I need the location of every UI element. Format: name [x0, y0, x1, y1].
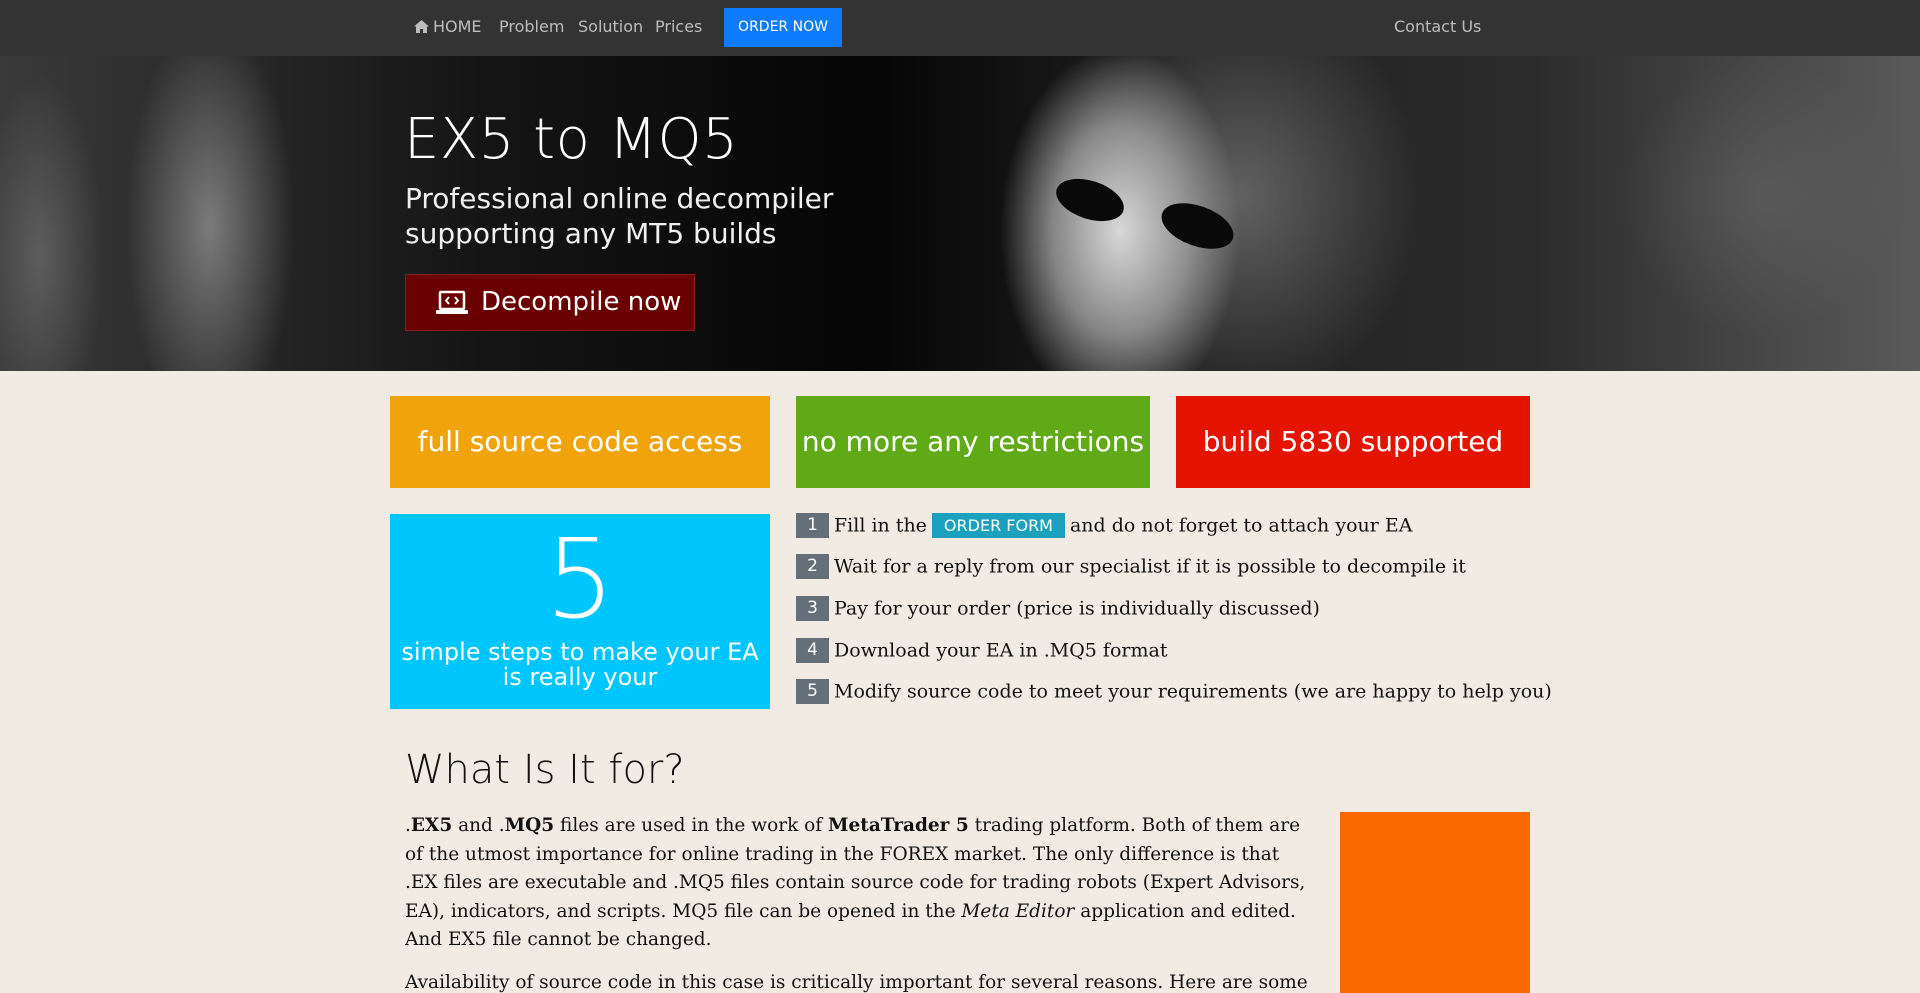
- aside-orange-tile: [1340, 812, 1530, 993]
- feature-source-access: full source code access: [390, 396, 770, 488]
- step-item: 2 Wait for a reply from our specialist if…: [796, 554, 1466, 580]
- nav-contact-link[interactable]: Contact Us: [1394, 17, 1481, 36]
- home-icon: [414, 20, 429, 33]
- mask-eye-right: [1155, 194, 1240, 258]
- metatrader-term: MetaTrader 5: [828, 815, 969, 836]
- ex5-term: EX5: [410, 815, 453, 836]
- step-text: Fill in the: [834, 514, 927, 537]
- step-item: 4 Download your EA in .MQ5 format: [796, 638, 1167, 664]
- step-item: 1 Fill in the ORDER FORM and do not forget …: [796, 513, 1412, 539]
- text-run: files are used in the work of: [554, 815, 829, 836]
- step-number-badge: 4: [796, 638, 829, 663]
- step-number-badge: 1: [796, 513, 829, 538]
- nav-home-label: HOME: [433, 17, 482, 36]
- step-item: 5 Modify source code to meet your require…: [796, 679, 1552, 705]
- nav-prices-link[interactable]: Prices: [655, 17, 702, 36]
- steps-caption: simple steps to make your EA is really y…: [401, 638, 759, 691]
- article-paragraph: Availability of source code in this case…: [405, 971, 1308, 993]
- article-body: .EX5 and .MQ5 files are used in the work…: [405, 812, 1315, 993]
- step-text: and do not forget to attach your EA: [1069, 514, 1413, 537]
- steps-count-box: 5 simple steps to make your EA is really…: [390, 514, 770, 709]
- top-navbar: HOME Problem Solution Prices ORDER NOW C…: [0, 0, 1920, 56]
- step-text: Wait for a reply from our specialist if …: [834, 555, 1466, 578]
- text-run: and .: [452, 815, 505, 836]
- step-number-badge: 3: [796, 596, 829, 621]
- step-text: Modify source code to meet your requirem…: [834, 680, 1552, 703]
- hero-subtitle: Professional online decompiler supportin…: [405, 182, 834, 250]
- steps-count: 5: [545, 515, 615, 643]
- mq5-term: MQ5: [504, 815, 555, 836]
- laptop-code-icon: [436, 290, 468, 314]
- hero-title: EX5 to MQ5: [404, 107, 739, 172]
- feature-build-supported: build 5830 supported: [1176, 396, 1530, 488]
- mask-eye-left: [1050, 171, 1130, 229]
- nav-problem-link[interactable]: Problem: [499, 17, 564, 36]
- decompile-now-label: Decompile now: [481, 287, 682, 317]
- hero-banner: EX5 to MQ5 Professional online decompile…: [0, 56, 1920, 371]
- meta-editor-term: Meta Editor: [961, 900, 1075, 922]
- step-item: 3 Pay for your order (price is individual…: [796, 596, 1320, 622]
- section-title: What Is It for?: [405, 747, 685, 793]
- nav-home-link[interactable]: HOME: [413, 17, 482, 36]
- step-text: Download your EA in .MQ5 format: [834, 639, 1168, 662]
- feature-no-restrictions: no more any restrictions: [796, 396, 1150, 488]
- step-number-badge: 2: [796, 554, 829, 579]
- nav-solution-link[interactable]: Solution: [578, 17, 643, 36]
- order-form-button[interactable]: ORDER FORM: [931, 513, 1065, 538]
- step-number-badge: 5: [796, 679, 829, 704]
- article-paragraph: .EX5 and .MQ5 files are used in the work…: [405, 812, 1315, 955]
- order-now-button[interactable]: ORDER NOW: [724, 8, 842, 47]
- step-text: Pay for your order (price is individuall…: [834, 597, 1320, 620]
- decompile-now-button[interactable]: Decompile now: [405, 274, 695, 331]
